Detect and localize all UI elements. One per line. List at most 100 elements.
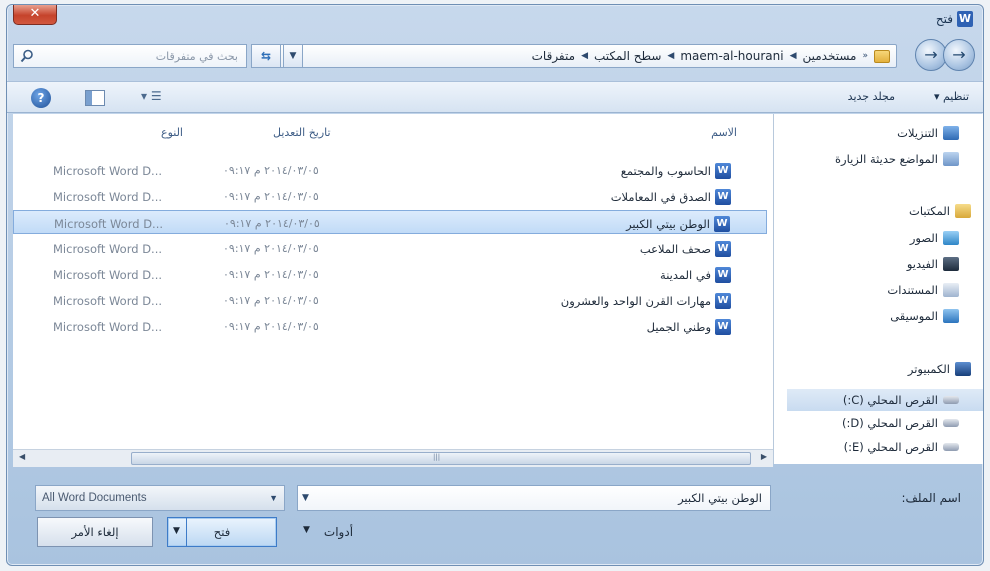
file-list: الاسم تاريخ التعديل النوع W الحاسوب والمج…: [13, 114, 773, 449]
open-options-dropdown[interactable]: ▼: [167, 517, 187, 547]
tools-menu-button[interactable]: أدوات ▼: [303, 525, 353, 539]
command-toolbar: تنظيم ▾ مجلد جديد ▾ ☰ ?: [7, 81, 983, 113]
nav-item-videos[interactable]: الفيديو: [907, 257, 959, 271]
chevron-icon[interactable]: ◀: [581, 51, 588, 61]
file-name: الصدق في المعاملات: [610, 190, 711, 204]
chevron-icon[interactable]: ◀: [667, 51, 674, 61]
table-row[interactable]: W وطني الجميل ٢٠١٤/٠٣/٠٥ م ٠٩:١٧ Microsof…: [13, 314, 767, 338]
search-placeholder: بحث في متفرقات: [155, 49, 238, 63]
file-date: ٢٠١٤/٠٣/٠٥ م ٠٩:١٧: [223, 164, 319, 177]
horizontal-scrollbar[interactable]: ◀ ||| ▶: [13, 449, 773, 467]
file-date: ٢٠١٤/٠٣/٠٥ م ٠٩:١٧: [223, 268, 319, 281]
recent-places-icon: [943, 152, 959, 166]
folder-icon: [874, 49, 890, 63]
horizontal-scroll-thumb[interactable]: [131, 452, 751, 465]
documents-icon: [943, 283, 959, 297]
videos-icon: [943, 257, 959, 271]
file-type: Microsoft Word D...: [53, 164, 163, 178]
file-date: ٢٠١٤/٠٣/٠٥ م ٠٩:١٧: [223, 242, 319, 255]
breadcrumb-misc[interactable]: متفرقات: [532, 49, 575, 63]
chevron-icon: «: [862, 51, 868, 61]
table-row[interactable]: W صحف الملاعب ٢٠١٤/٠٣/٠٥ م ٠٩:١٧ Microsof…: [13, 236, 767, 260]
word-doc-icon: W: [715, 267, 731, 283]
breadcrumb-users[interactable]: مستخدمين: [803, 49, 857, 63]
nav-item-label: القرص المحلي (C:): [842, 393, 938, 407]
nav-item-downloads[interactable]: التنزيلات: [897, 126, 959, 140]
chevron-down-icon: ▼: [303, 525, 310, 535]
nav-item-music[interactable]: الموسيقى: [890, 309, 959, 323]
cancel-button[interactable]: إلغاء الأمر: [37, 517, 153, 547]
file-type-select[interactable]: All Word Documents ▼: [35, 485, 285, 511]
nav-item-label: القرص المحلي (D:): [842, 416, 938, 430]
scroll-left-icon[interactable]: ◀: [19, 452, 25, 461]
computer-icon: [955, 362, 971, 376]
navigation-pane: التنزيلات المواضع حديثة الزيارة المكتبات…: [773, 114, 983, 464]
table-row-selected[interactable]: W الوطن بيتي الكبير ٢٠١٤/٠٣/٠٥ م ٠٩:١٧ Mi…: [13, 210, 767, 234]
nav-item-documents[interactable]: المستندات: [887, 283, 959, 297]
nav-item-label: الكمبيوتر: [907, 362, 950, 376]
file-name: في المدينة: [660, 268, 711, 282]
chevron-down-icon[interactable]: ▼: [302, 486, 309, 510]
nav-item-label: المكتبات: [909, 204, 950, 218]
filename-input[interactable]: الوطن بيتي الكبير ▼: [297, 485, 771, 511]
filename-label: اسم الملف:: [901, 491, 961, 505]
file-name: صحف الملاعب: [639, 242, 711, 256]
title-bar: ✕ W فتح: [7, 5, 983, 35]
file-name-cell: W الحاسوب والمجتمع: [621, 163, 731, 179]
refresh-button[interactable]: ⇆: [251, 44, 281, 68]
column-header-type[interactable]: النوع: [161, 126, 183, 139]
file-type: Microsoft Word D...: [53, 268, 163, 282]
back-button[interactable]: →: [943, 39, 975, 71]
organize-menu-button[interactable]: تنظيم ▾: [934, 90, 969, 103]
file-type: Microsoft Word D...: [53, 320, 163, 334]
table-row[interactable]: W في المدينة ٢٠١٤/٠٣/٠٥ م ٠٩:١٧ Microsoft…: [13, 262, 767, 286]
scroll-grip-icon: |||: [433, 453, 441, 461]
column-header-date[interactable]: تاريخ التعديل: [273, 126, 331, 139]
hard-drive-icon: [943, 396, 959, 404]
nav-item-drive-d[interactable]: القرص المحلي (D:): [842, 416, 959, 430]
new-folder-button[interactable]: مجلد جديد: [848, 90, 895, 103]
file-name-cell: W صحف الملاعب: [640, 241, 731, 257]
open-dialog-window: ✕ W فتح → → « مستخدمين ◀ maem-al-hourani…: [6, 4, 984, 566]
nav-item-computer[interactable]: الكمبيوتر: [908, 362, 971, 376]
tools-label: أدوات: [323, 525, 354, 539]
scroll-right-icon[interactable]: ▶: [761, 452, 767, 461]
nav-item-pictures[interactable]: الصور: [910, 231, 959, 245]
file-name-cell: W مهارات القرن الواحد والعشرون: [561, 293, 731, 309]
table-row[interactable]: W مهارات القرن الواحد والعشرون ٢٠١٤/٠٣/٠٥…: [13, 288, 767, 312]
file-name: الوطن بيتي الكبير: [626, 217, 710, 231]
word-doc-icon: W: [715, 189, 731, 205]
nav-item-libraries[interactable]: المكتبات: [909, 204, 971, 218]
chevron-icon[interactable]: ◀: [790, 51, 797, 61]
address-bar[interactable]: « مستخدمين ◀ maem-al-hourani ◀ سطح المكت…: [269, 44, 897, 68]
help-icon[interactable]: ?: [31, 88, 51, 108]
nav-item-drive-c[interactable]: القرص المحلي (C:): [787, 389, 983, 411]
word-app-icon: W: [957, 11, 973, 27]
word-doc-icon: W: [715, 241, 731, 257]
hard-drive-icon: [943, 443, 959, 451]
word-doc-icon: W: [715, 319, 731, 335]
breadcrumb-user[interactable]: maem-al-hourani: [680, 49, 783, 63]
nav-item-label: المستندات: [887, 283, 938, 297]
word-doc-icon: W: [715, 163, 731, 179]
breadcrumb-desktop[interactable]: سطح المكتب: [594, 49, 661, 63]
file-date: ٢٠١٤/٠٣/٠٥ م ٠٩:١٧: [223, 320, 319, 333]
nav-item-label: المواضع حديثة الزيارة: [835, 152, 938, 166]
search-input[interactable]: بحث في متفرقات: [13, 44, 247, 68]
file-name-cell: W وطني الجميل: [647, 319, 731, 335]
file-name-cell: W الوطن بيتي الكبير: [626, 216, 730, 232]
address-history-dropdown[interactable]: ▼: [283, 44, 303, 68]
preview-pane-icon[interactable]: [85, 90, 105, 106]
file-type: Microsoft Word D...: [53, 242, 163, 256]
column-header-name[interactable]: الاسم: [711, 126, 737, 139]
nav-item-label: الموسيقى: [890, 309, 938, 323]
close-button[interactable]: ✕: [13, 5, 57, 25]
views-menu-button[interactable]: ▾ ☰: [141, 89, 162, 103]
file-type: Microsoft Word D...: [53, 190, 163, 204]
table-row[interactable]: W الحاسوب والمجتمع ٢٠١٤/٠٣/٠٥ م ٠٩:١٧ Mic…: [13, 158, 767, 182]
nav-item-recent-places[interactable]: المواضع حديثة الزيارة: [835, 152, 959, 166]
file-type-value: All Word Documents: [42, 492, 147, 504]
word-doc-icon: W: [715, 293, 731, 309]
nav-item-drive-e[interactable]: القرص المحلي (E:): [844, 440, 959, 454]
table-row[interactable]: W الصدق في المعاملات ٢٠١٤/٠٣/٠٥ م ٠٩:١٧ M…: [13, 184, 767, 208]
